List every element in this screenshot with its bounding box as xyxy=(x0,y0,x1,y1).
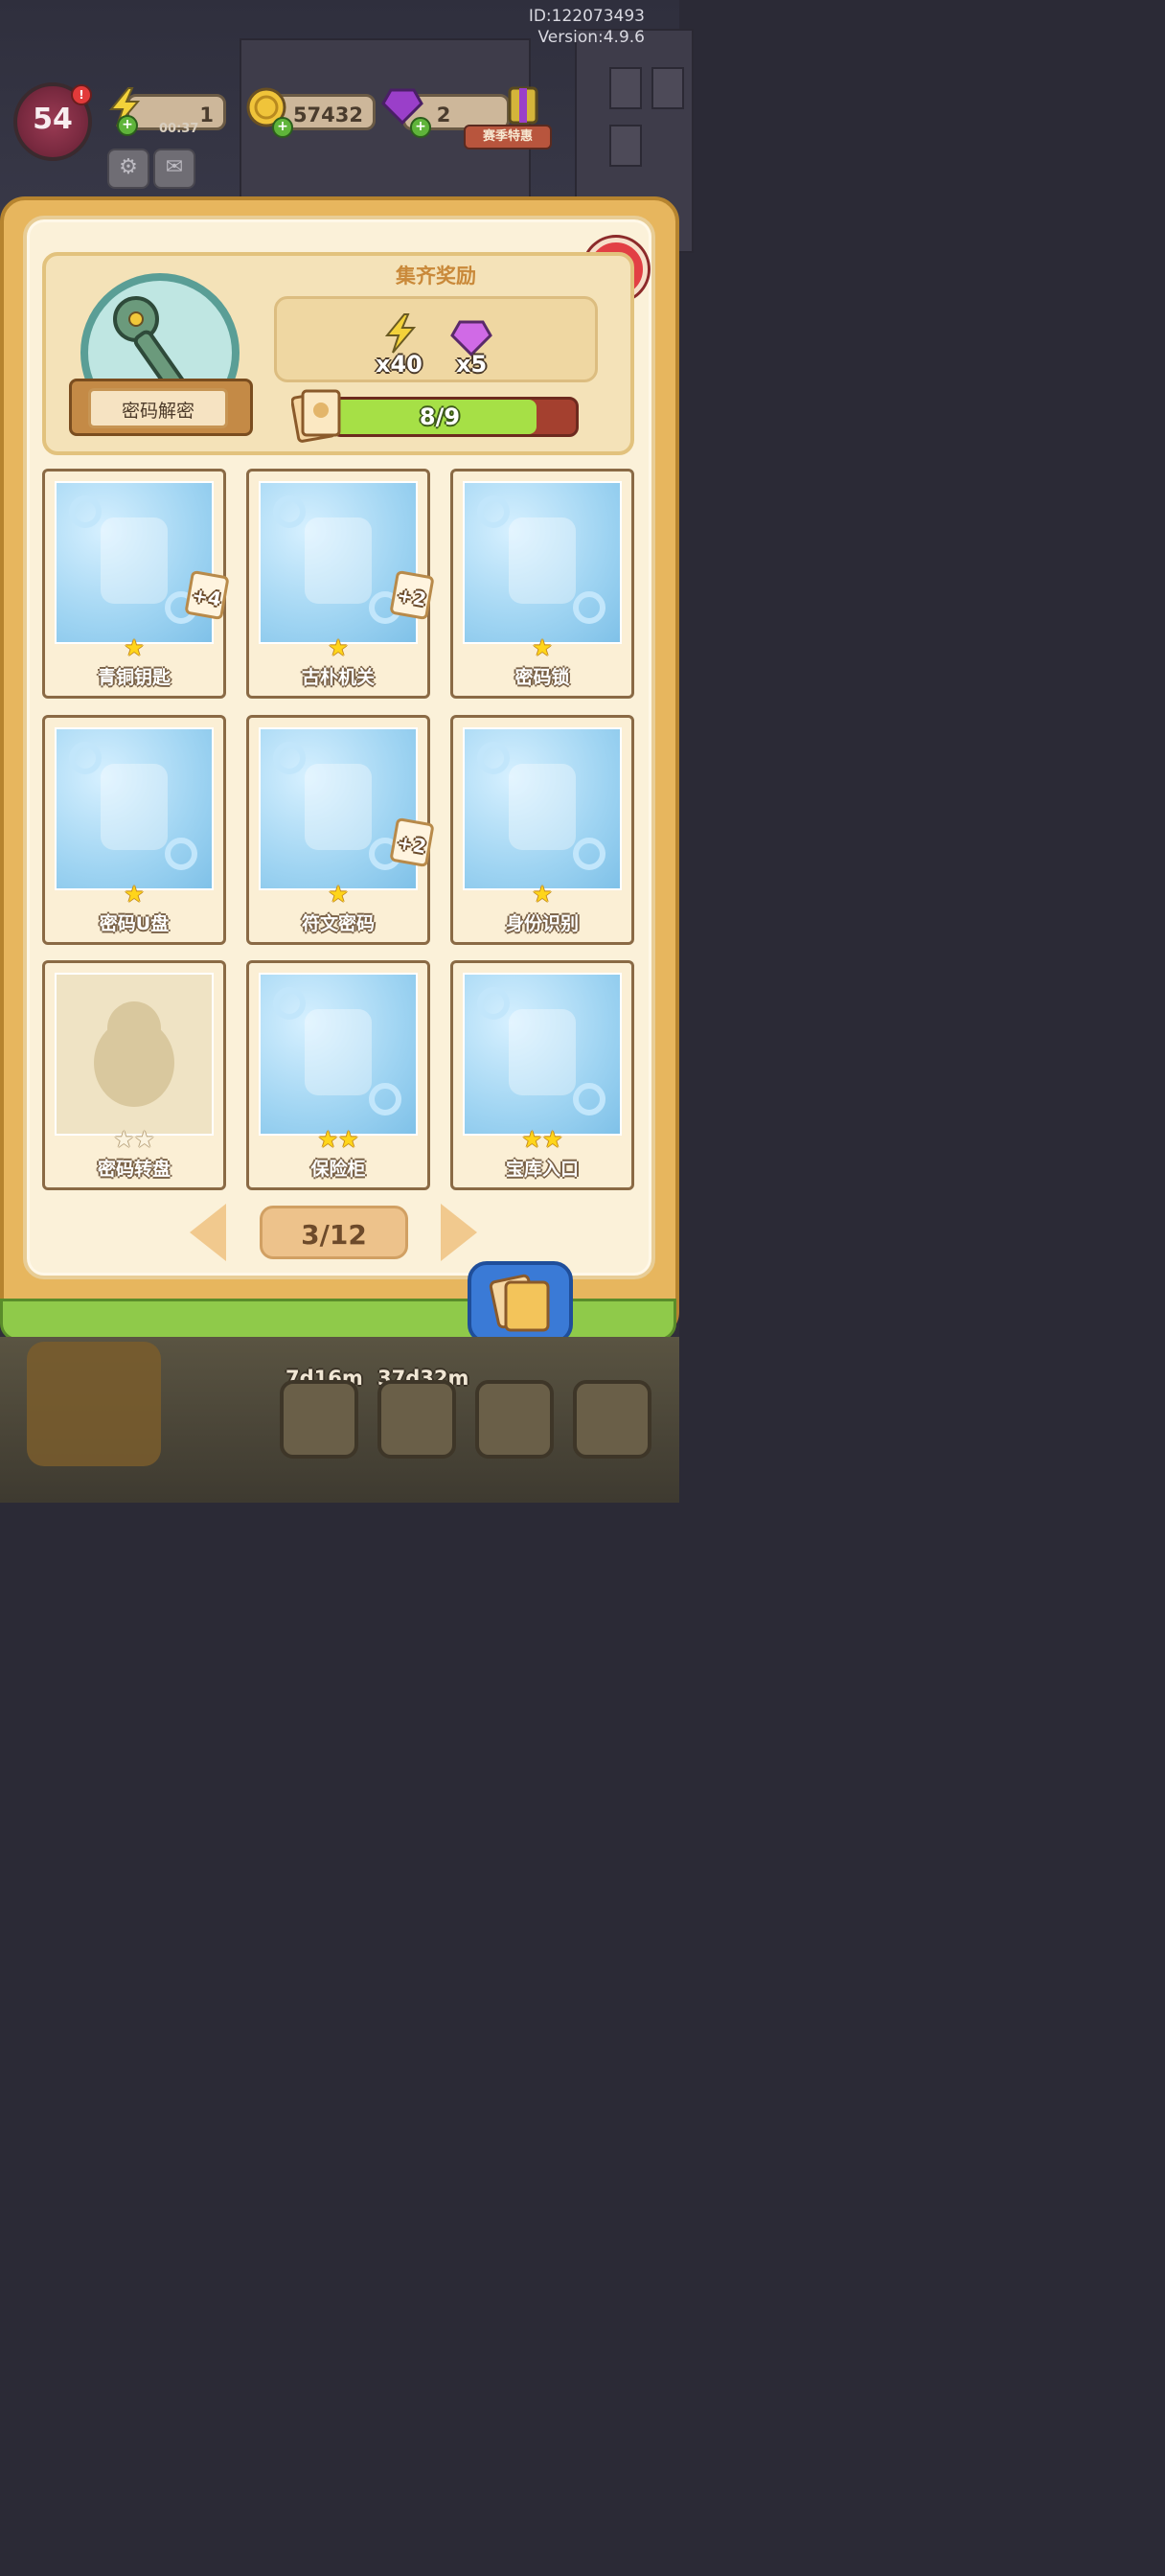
star-icon: ★ xyxy=(124,634,145,661)
star-icon: ★ xyxy=(328,634,349,661)
card-name: 密码锁 xyxy=(514,667,570,688)
card-silhouette xyxy=(55,973,214,1136)
energy-value: 1 xyxy=(199,104,214,126)
collection-progress-text: 8/9 xyxy=(419,403,461,430)
add-energy-icon[interactable]: + xyxy=(117,115,138,136)
badge-event-button[interactable] xyxy=(475,1380,554,1459)
add-coins-icon[interactable]: + xyxy=(272,117,293,138)
star-icon: ★ xyxy=(521,1126,542,1153)
add-gems-icon[interactable]: + xyxy=(410,117,431,138)
card-artwork xyxy=(463,727,622,890)
energy-timer: 00:37 xyxy=(159,122,199,136)
next-page-arrow-icon[interactable] xyxy=(441,1204,477,1261)
card-stars: ★ xyxy=(249,883,427,906)
star-icon: ★ xyxy=(338,1126,359,1153)
collection-card[interactable]: ★★ 密码转盘 xyxy=(42,960,226,1190)
card-name: 密码转盘 xyxy=(97,1159,171,1180)
star-icon: ★ xyxy=(532,634,553,661)
card-artwork xyxy=(55,727,214,890)
level-number: 54 xyxy=(33,103,73,136)
coin-value: 57432 xyxy=(292,104,363,126)
collection-card[interactable]: ★★ 保险柜 xyxy=(246,960,430,1190)
settings-button[interactable]: ⚙ xyxy=(107,149,149,189)
star-icon: ★ xyxy=(328,881,349,908)
card-stars: ★ xyxy=(249,636,427,659)
reward-energy-amount: x40 xyxy=(376,351,423,378)
mail-button[interactable]: ✉ xyxy=(153,149,195,189)
card-stars: ★★ xyxy=(453,1128,631,1151)
big-energy-icon[interactable] xyxy=(27,1342,161,1466)
card-name: 符文密码 xyxy=(301,913,375,934)
previous-page-arrow-icon[interactable] xyxy=(190,1204,226,1261)
page-indicator: 3/12 xyxy=(260,1206,408,1259)
page-number: 3/12 xyxy=(301,1219,367,1251)
envelope-icon: ✉ xyxy=(165,155,184,179)
background-window xyxy=(609,67,642,109)
reward-title: 集齐奖励 xyxy=(396,264,476,288)
card-stars: ★★ xyxy=(45,1128,223,1151)
user-id: ID:122073493 xyxy=(528,7,645,26)
background-window xyxy=(651,67,684,109)
card-artwork xyxy=(259,727,418,890)
card-stars: ★★ xyxy=(249,1128,427,1151)
collection-card[interactable]: ★ 密码U盘 xyxy=(42,715,226,945)
notification-dot: ! xyxy=(71,84,92,105)
card-name: 宝库入口 xyxy=(505,1159,579,1180)
collection-card[interactable]: ★ 密码锁 xyxy=(450,469,634,699)
album-event-button[interactable] xyxy=(377,1380,456,1459)
star-icon: ★ xyxy=(134,1126,155,1153)
card-name: 保险柜 xyxy=(310,1159,366,1180)
gear-icon: ⚙ xyxy=(119,155,138,179)
card-name: 身份识别 xyxy=(505,913,579,934)
collection-card[interactable]: ★★ 宝库入口 xyxy=(450,960,634,1190)
season-offer-label: 赛季特惠 xyxy=(464,125,552,150)
card-stars: ★ xyxy=(453,883,631,906)
season-offer-button[interactable]: 赛季特惠 xyxy=(464,80,552,150)
card-stars: ★ xyxy=(45,883,223,906)
card-artwork xyxy=(463,973,622,1136)
card-stack-icon xyxy=(291,389,341,443)
card-name: 青铜钥匙 xyxy=(97,667,171,688)
card-stars: ★ xyxy=(45,636,223,659)
energy-bolt-icon xyxy=(384,313,417,354)
card-stars: ★ xyxy=(453,636,631,659)
level-badge[interactable]: 54 ! xyxy=(13,82,92,161)
friends-button[interactable] xyxy=(573,1380,651,1459)
reward-box xyxy=(274,296,598,382)
card-artwork xyxy=(259,973,418,1136)
card-artwork xyxy=(463,481,622,644)
duplicate-count-badge: +2 xyxy=(389,569,435,621)
background-window xyxy=(609,125,642,167)
duplicate-count-badge: +2 xyxy=(389,816,435,868)
star-icon: ★ xyxy=(532,881,553,908)
duplicate-count-badge: +4 xyxy=(184,569,230,621)
build-info: ID:122073493 Version:4.9.6 xyxy=(529,6,645,48)
star-icon: ★ xyxy=(542,1126,563,1153)
set-name: 密码解密 xyxy=(88,388,228,428)
collection-card[interactable]: ★ 身份识别 xyxy=(450,715,634,945)
star-icon: ★ xyxy=(317,1126,338,1153)
card-name: 古朴机关 xyxy=(301,667,375,688)
album-book-edge xyxy=(0,1299,676,1341)
photo-album-icon xyxy=(489,1274,550,1332)
temple-event-button[interactable] xyxy=(280,1380,358,1459)
album-button[interactable] xyxy=(468,1261,573,1344)
card-artwork xyxy=(55,481,214,644)
star-icon: ★ xyxy=(124,881,145,908)
star-icon: ★ xyxy=(113,1126,134,1153)
card-artwork xyxy=(259,481,418,644)
reward-gem-amount: x5 xyxy=(456,351,488,378)
card-name: 密码U盘 xyxy=(99,913,170,934)
gift-box-icon xyxy=(508,86,538,125)
version-label: Version:4.9.6 xyxy=(537,28,646,47)
